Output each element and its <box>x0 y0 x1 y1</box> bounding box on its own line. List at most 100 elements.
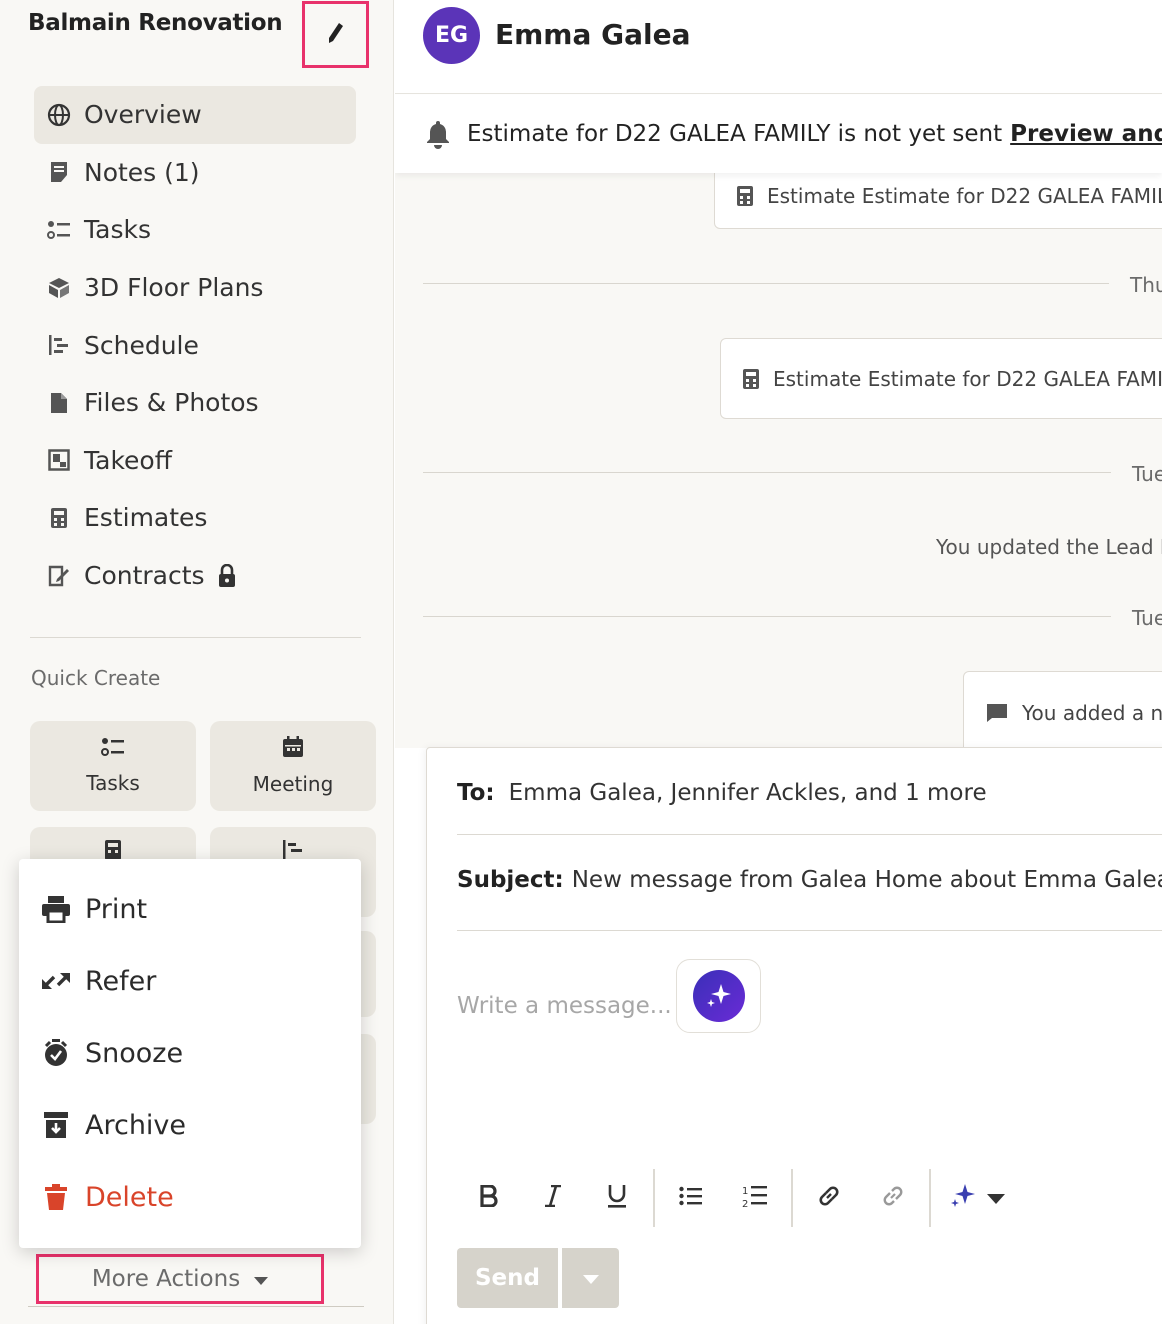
sparkle-icon <box>949 1182 979 1214</box>
to-recipients[interactable]: Emma Galea, Jennifer Ackles, and 1 more <box>509 780 987 806</box>
bell-icon <box>423 119 453 149</box>
bold-icon <box>480 1184 498 1211</box>
sidebar-item-estimates[interactable]: Estimates <box>34 489 356 547</box>
send-controls: Send <box>457 1248 619 1308</box>
sidebar-item-3d-floor-plans[interactable]: 3D Floor Plans <box>34 259 356 317</box>
tasks-icon <box>46 217 72 243</box>
date-separator-line <box>423 616 1111 617</box>
contact-name: Emma Galea <box>495 18 691 51</box>
activity-card[interactable]: Estimate Estimate for D22 GALEA FAMIL <box>714 173 1162 229</box>
toolbar-separator <box>653 1169 655 1227</box>
menu-item-print[interactable]: Print <box>19 873 361 945</box>
quick-create-meeting[interactable]: Meeting <box>210 721 376 811</box>
estimate-banner: Estimate for D22 GALEA FAMILY is not yet… <box>395 95 1162 173</box>
archive-icon <box>41 1110 71 1140</box>
subject-field[interactable]: Subject: New message from Galea Home abo… <box>457 867 1162 893</box>
date-separator-label: Tue <box>1132 462 1162 486</box>
message-body-input[interactable]: Write a message... <box>457 993 672 1019</box>
subject-label: Subject: <box>457 867 564 893</box>
ai-assist-button[interactable] <box>676 959 761 1033</box>
comment-icon <box>986 703 1008 723</box>
activity-card-text: Estimate Estimate for D22 GALEA FAMIL <box>767 184 1162 208</box>
avatar[interactable]: EG <box>423 7 480 64</box>
menu-item-label: Refer <box>85 965 157 997</box>
italic-icon <box>544 1184 562 1211</box>
schedule-icon <box>46 332 72 358</box>
trash-icon <box>41 1182 71 1212</box>
sidebar-item-label: 3D Floor Plans <box>84 273 264 303</box>
underline-button[interactable] <box>585 1168 649 1228</box>
unlink-button[interactable] <box>861 1168 925 1228</box>
refer-icon <box>41 966 71 996</box>
sidebar-item-overview[interactable]: Overview <box>34 86 356 144</box>
bulleted-list-button[interactable] <box>659 1168 723 1228</box>
more-actions-button[interactable]: More Actions <box>36 1254 324 1304</box>
insert-link-button[interactable] <box>797 1168 861 1228</box>
sidebar-item-label: Contracts <box>84 561 205 591</box>
subject-value[interactable]: New message from Galea Home about Emma G… <box>572 867 1162 893</box>
date-separator-line <box>423 472 1111 473</box>
contract-icon <box>46 563 72 589</box>
link-icon <box>817 1184 841 1212</box>
sidebar-item-files-photos[interactable]: Files & Photos <box>34 374 356 432</box>
activity-card[interactable]: You added a no <box>963 671 1162 748</box>
activity-card-text: Estimate Estimate for D22 GALEA FAMI <box>773 366 1162 391</box>
banner-text: Estimate for D22 GALEA FAMILY is not yet… <box>467 121 1003 147</box>
activity-text: You updated the Lead N <box>936 535 1162 559</box>
underline-icon <box>607 1184 627 1212</box>
composer-divider <box>457 930 1162 931</box>
calculator-icon <box>743 368 759 389</box>
menu-item-label: Delete <box>85 1181 174 1213</box>
menu-item-label: Snooze <box>85 1037 184 1069</box>
sparkle-icon <box>692 970 745 1022</box>
ai-tools-dropdown[interactable] <box>935 1168 1019 1228</box>
calculator-icon <box>737 186 753 206</box>
send-options-button[interactable] <box>562 1248 619 1308</box>
edit-project-button[interactable] <box>302 1 369 68</box>
sidebar-divider <box>30 637 361 638</box>
toolbar-separator <box>929 1169 931 1227</box>
sidebar-item-label: Takeoff <box>84 445 172 475</box>
caret-down-icon <box>582 1269 599 1288</box>
cube-icon <box>46 275 72 301</box>
send-button[interactable]: Send <box>457 1248 558 1308</box>
main-panel: EG Emma Galea Estimate for D22 GALEA FAM… <box>395 0 1162 1324</box>
numbered-list-icon: 12 <box>742 1184 768 1212</box>
sidebar-bottom-divider <box>28 1306 364 1307</box>
menu-item-archive[interactable]: Archive <box>19 1089 361 1161</box>
italic-button[interactable] <box>521 1168 585 1228</box>
sidebar-item-tasks[interactable]: Tasks <box>34 201 356 259</box>
bold-button[interactable] <box>457 1168 521 1228</box>
print-icon <box>41 894 71 924</box>
more-actions-label: More Actions <box>91 1266 241 1292</box>
caret-down-icon <box>987 1189 1005 1208</box>
activity-feed: Estimate Estimate for D22 GALEA FAMIL Th… <box>395 173 1162 748</box>
quick-create-title: Quick Create <box>31 666 161 690</box>
svg-text:1: 1 <box>742 1186 748 1197</box>
more-actions-menu: Print Refer Snooze Archive Delete <box>19 859 361 1248</box>
calendar-icon <box>282 736 304 762</box>
preview-and-send-link[interactable]: Preview and S <box>1010 121 1162 147</box>
sidebar-nav: Overview Notes (1) Tasks 3D Floor Plans … <box>34 86 356 604</box>
menu-item-refer[interactable]: Refer <box>19 945 361 1017</box>
svg-text:2: 2 <box>742 1199 748 1208</box>
sidebar-item-takeoff[interactable]: Takeoff <box>34 432 356 490</box>
activity-card[interactable]: Estimate Estimate for D22 GALEA FAMI <box>720 338 1162 419</box>
menu-item-snooze[interactable]: Snooze <box>19 1017 361 1089</box>
sidebar-item-contracts[interactable]: Contracts <box>34 547 356 605</box>
quick-create-label: Meeting <box>252 772 334 796</box>
sidebar-item-schedule[interactable]: Schedule <box>34 316 356 374</box>
composer-divider <box>457 834 1162 835</box>
date-separator-label: Tue <box>1132 606 1162 630</box>
sidebar-item-label: Overview <box>84 100 202 130</box>
quick-create-tasks[interactable]: Tasks <box>30 721 196 811</box>
globe-icon <box>46 102 72 128</box>
to-field[interactable]: To: Emma Galea, Jennifer Ackles, and 1 m… <box>457 780 1162 806</box>
menu-item-delete[interactable]: Delete <box>19 1161 361 1233</box>
sidebar-item-notes[interactable]: Notes (1) <box>34 144 356 202</box>
formatting-toolbar: 12 <box>457 1168 1019 1228</box>
numbered-list-button[interactable]: 12 <box>723 1168 787 1228</box>
project-title: Balmain Renovation <box>28 10 283 36</box>
date-separator-label: Thu <box>1130 273 1162 297</box>
file-icon <box>46 390 72 416</box>
